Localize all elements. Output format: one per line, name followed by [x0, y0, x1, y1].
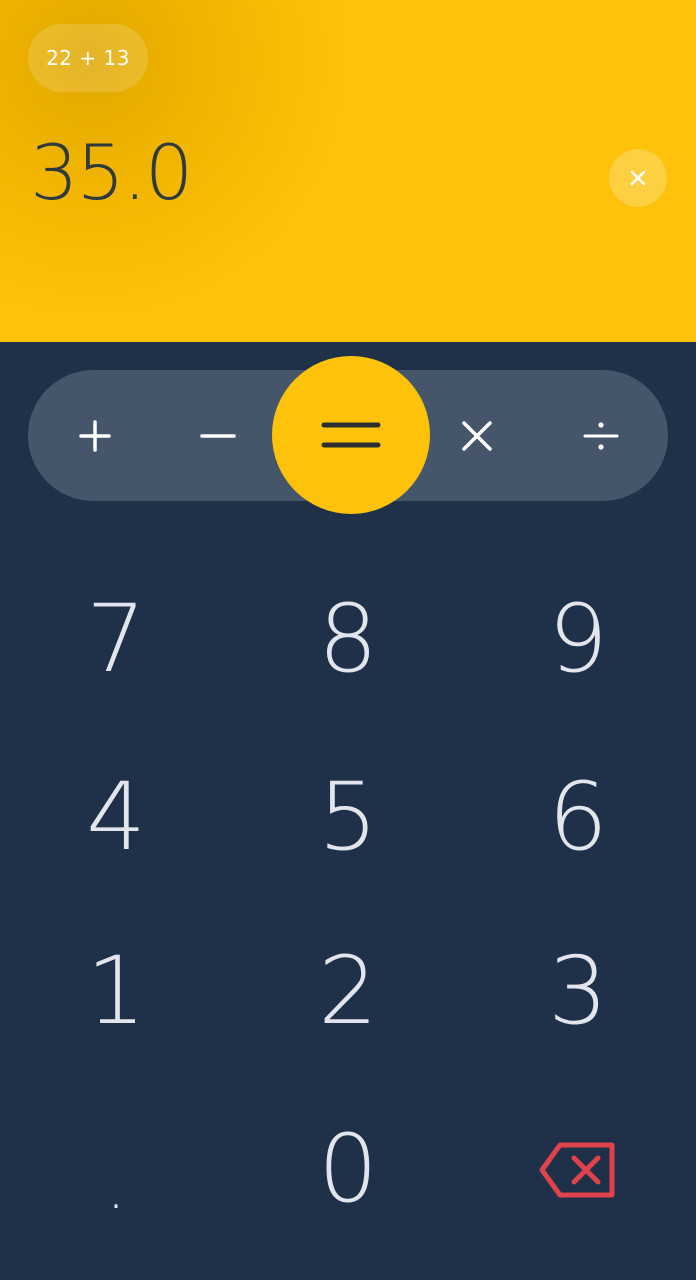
- decimal-point-key[interactable]: .: [16, 1090, 216, 1250]
- digit-0-key[interactable]: 0: [248, 1090, 448, 1250]
- plus-button[interactable]: [40, 370, 150, 501]
- close-icon: [630, 170, 646, 186]
- calculator-app: 22 + 13 35.0 7 8 9 4 5 6 1 2 3 . 0: [0, 0, 696, 1280]
- digit-9-key[interactable]: 9: [478, 560, 678, 720]
- equals-button[interactable]: [272, 356, 430, 514]
- backspace-icon: [539, 1142, 615, 1198]
- digit-5-key[interactable]: 5: [248, 738, 448, 898]
- digit-1-key[interactable]: 1: [16, 912, 216, 1072]
- plus-icon: [79, 419, 111, 452]
- equals-icon: [321, 422, 381, 448]
- digit-2-key[interactable]: 2: [248, 912, 448, 1072]
- multiply-button[interactable]: [422, 370, 532, 501]
- display-panel: 22 + 13 35.0: [0, 0, 696, 342]
- digit-3-key[interactable]: 3: [478, 912, 678, 1072]
- digit-8-key[interactable]: 8: [248, 560, 448, 720]
- digit-7-key[interactable]: 7: [16, 560, 216, 720]
- digit-6-key[interactable]: 6: [478, 738, 678, 898]
- digit-4-key[interactable]: 4: [16, 738, 216, 898]
- history-expression-chip[interactable]: 22 + 13: [28, 24, 148, 92]
- result-value: 35.0: [30, 128, 193, 217]
- divide-icon: [583, 421, 619, 450]
- divide-button[interactable]: [546, 370, 656, 501]
- clear-button[interactable]: [609, 149, 667, 207]
- minus-icon: [200, 433, 236, 438]
- backspace-button[interactable]: [478, 1090, 678, 1250]
- multiply-icon: [462, 420, 492, 451]
- minus-button[interactable]: [163, 370, 273, 501]
